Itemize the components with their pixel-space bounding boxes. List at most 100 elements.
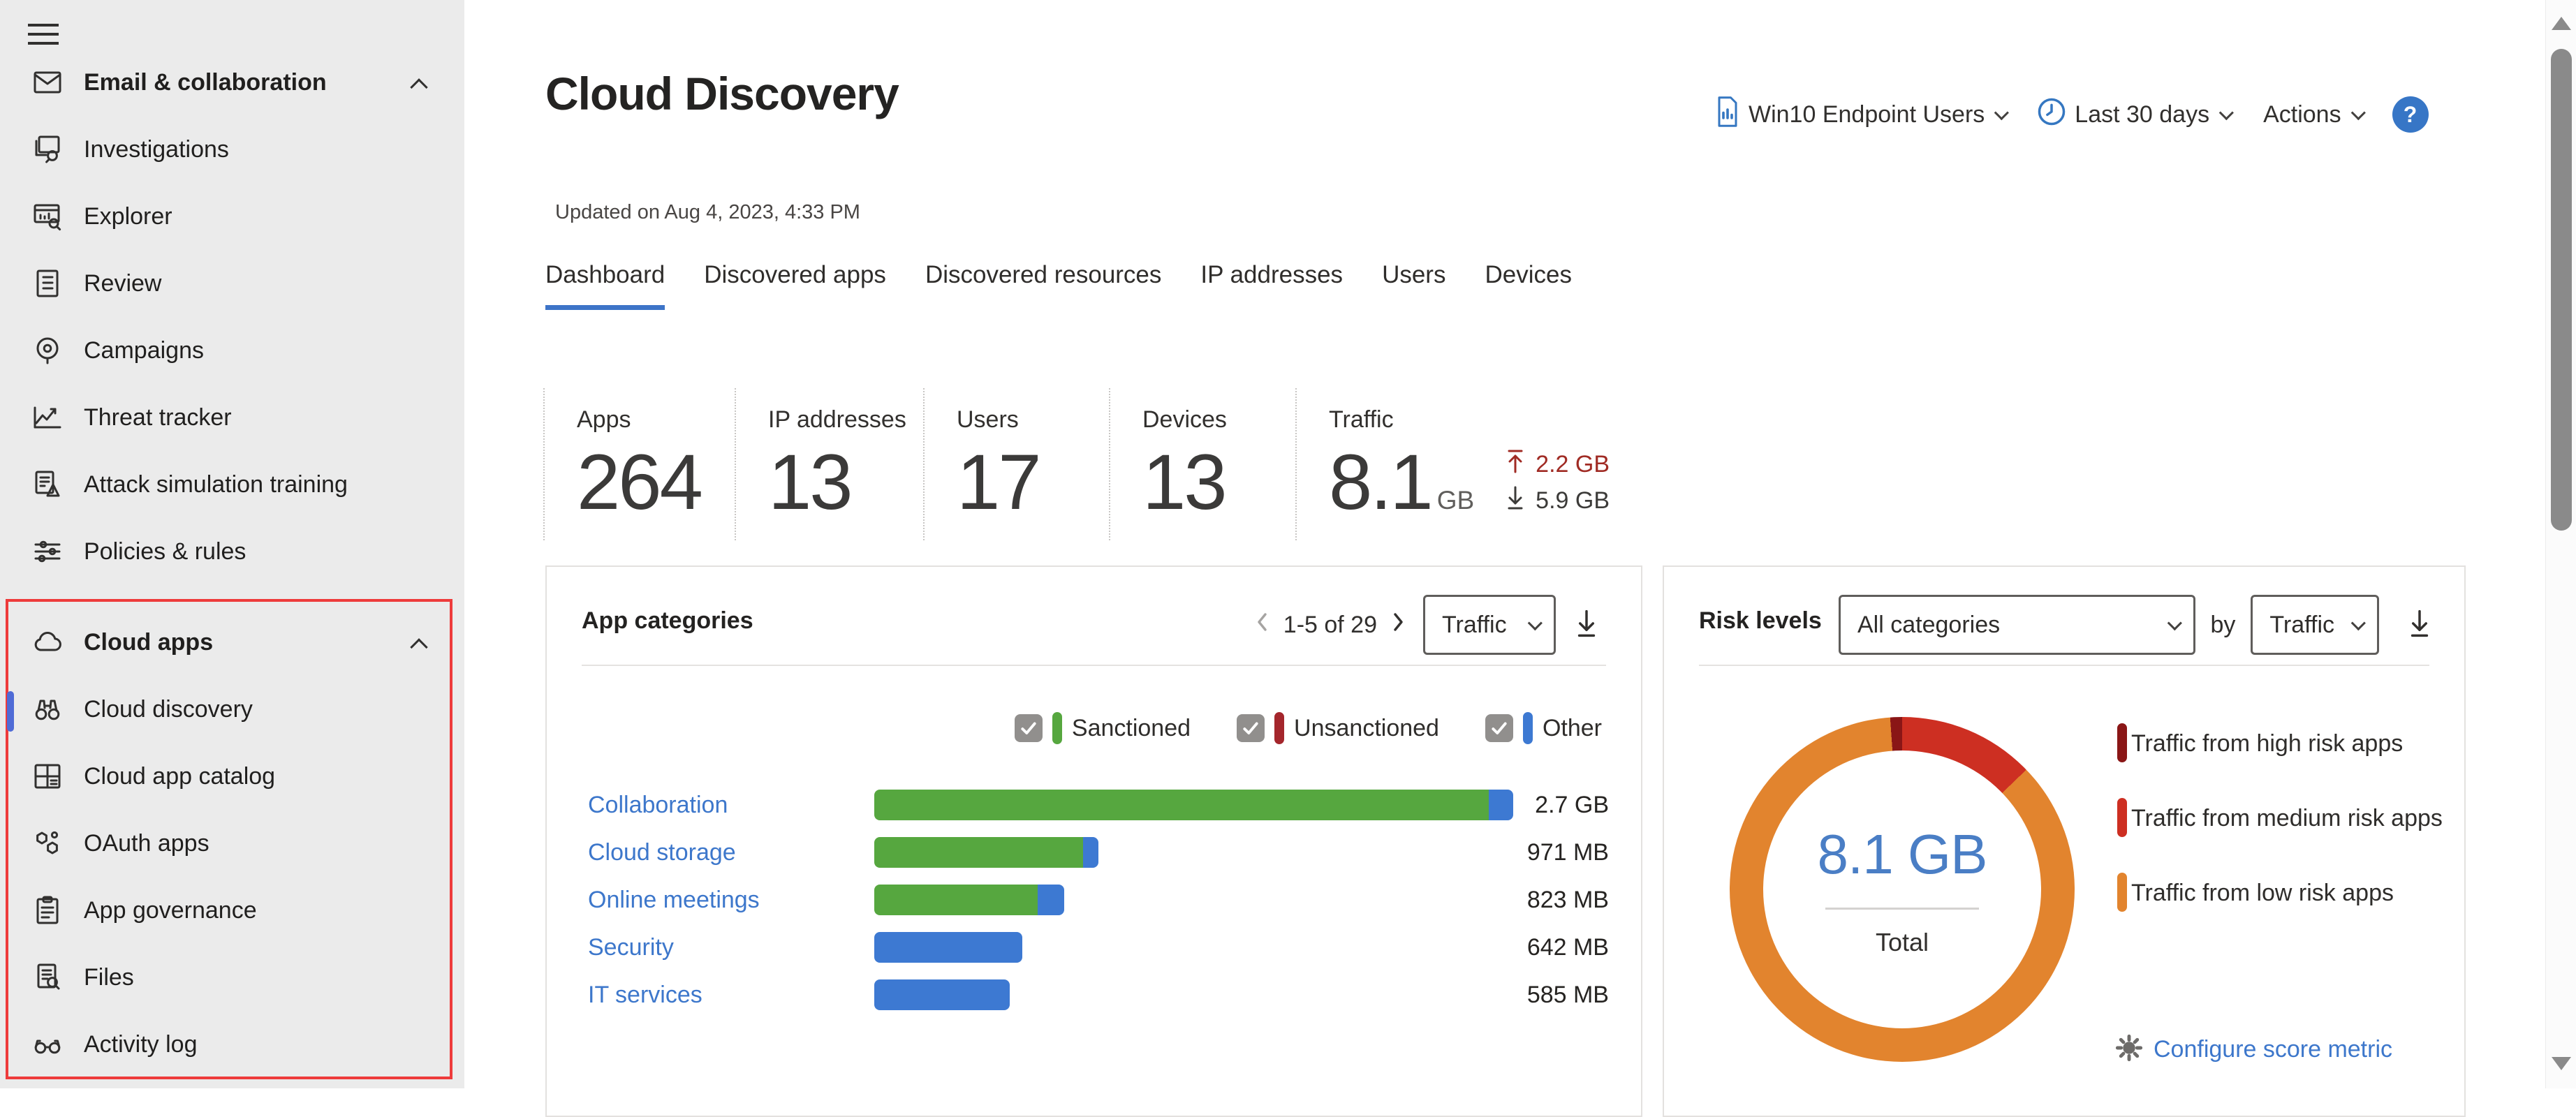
legend-sanctioned[interactable]: Sanctioned: [1015, 712, 1191, 744]
legend-other[interactable]: Other: [1485, 712, 1602, 744]
report-selector[interactable]: Win10 Endpoint Users: [1715, 96, 2005, 134]
download-chart-icon[interactable]: [2407, 608, 2432, 642]
stat-traffic: Traffic 8.1GB 2.2 GB 5.9 GB: [1295, 388, 1672, 540]
sort-by-dropdown[interactable]: Traffic: [1423, 595, 1556, 655]
stat-label: Traffic: [1329, 406, 1672, 434]
sidebar-item-investigations[interactable]: Investigations: [0, 116, 464, 183]
chevron-right-icon[interactable]: [1392, 612, 1405, 639]
panel-title: Risk levels: [1699, 607, 1822, 635]
sidebar-item-cloud-app-catalog[interactable]: Cloud app catalog: [0, 743, 464, 810]
selected-item-indicator: [7, 691, 14, 732]
checkbox-checked-icon: [1015, 714, 1043, 742]
time-range-selector[interactable]: Last 30 days: [2037, 97, 2230, 133]
category-link[interactable]: Online meetings: [588, 887, 874, 914]
tab-users[interactable]: Users: [1382, 261, 1445, 310]
metric-value: Traffic: [2269, 612, 2334, 639]
vertical-scrollbar: [2545, 0, 2576, 1088]
explorer-icon: [29, 198, 66, 235]
sidebar-item-activity-log[interactable]: Activity log: [0, 1011, 464, 1078]
tab-ip-addresses[interactable]: IP addresses: [1200, 261, 1343, 310]
category-link[interactable]: IT services: [588, 982, 874, 1009]
gear-icon: [2114, 1033, 2144, 1066]
stat-value: 8.1GB: [1329, 443, 1474, 521]
chevron-up-icon: [410, 78, 427, 96]
stat-value: 264: [577, 443, 735, 521]
sidebar-item-app-governance[interactable]: App governance: [0, 877, 464, 944]
sidebar-item-files[interactable]: Files: [0, 944, 464, 1011]
legend-label: Sanctioned: [1072, 715, 1191, 742]
sidebar-item-review[interactable]: Review: [0, 250, 464, 317]
upload-icon: [1505, 448, 1526, 481]
configure-link-label: Configure score metric: [2154, 1036, 2392, 1063]
sidebar-item-explorer[interactable]: Explorer: [0, 183, 464, 250]
donut-total-value: 8.1 GB: [1817, 822, 1987, 887]
by-label: by: [2211, 612, 2236, 639]
file-search-icon: [29, 959, 66, 996]
legend-medium-risk: Traffic from medium risk apps: [2117, 794, 2445, 843]
download-chart-icon[interactable]: [1574, 608, 1599, 642]
actions-label: Actions: [2263, 101, 2341, 128]
help-button[interactable]: ?: [2392, 96, 2429, 133]
campaigns-icon: [29, 332, 66, 369]
clipboard-icon: [29, 892, 66, 929]
category-link[interactable]: Cloud storage: [588, 839, 874, 866]
chart-legend: Sanctioned Unsanctioned Other: [1015, 712, 1602, 744]
uploaded-value: 2.2 GB: [1536, 451, 1610, 478]
cloud-icon: [29, 624, 66, 660]
investigations-icon: [29, 131, 66, 168]
catalog-icon: [29, 758, 66, 794]
tab-label: Discovered apps: [704, 261, 886, 288]
stat-devices: Devices 13: [1109, 388, 1295, 540]
scrollbar-thumb[interactable]: [2551, 49, 2572, 531]
category-bar-chart: Collaboration 2.7 GB Cloud storage 971 M…: [588, 781, 1609, 1019]
sidebar-item-campaigns[interactable]: Campaigns: [0, 317, 464, 384]
actions-menu[interactable]: Actions: [2263, 101, 2362, 128]
donut-center: 8.1 GB Total: [1763, 750, 2041, 1028]
tab-discovered-resources[interactable]: Discovered resources: [925, 261, 1161, 310]
page-title: Cloud Discovery: [545, 67, 899, 120]
sidebar-item-label: Threat tracker: [84, 404, 232, 431]
category-link[interactable]: Security: [588, 934, 874, 961]
legend-color-pill: [1523, 712, 1533, 744]
scroll-up-arrow-icon[interactable]: [2552, 17, 2571, 30]
hamburger-menu-icon[interactable]: [28, 24, 59, 45]
sidebar-item-oauth-apps[interactable]: OAuth apps: [0, 810, 464, 877]
sidebar-item-email-collaboration[interactable]: Email & collaboration: [0, 49, 464, 116]
download-icon: [1505, 484, 1526, 517]
stat-label: IP addresses: [768, 406, 923, 434]
sidebar-item-policies-rules[interactable]: Policies & rules: [0, 518, 464, 585]
downloaded-value: 5.9 GB: [1536, 487, 1610, 515]
risk-levels-panel: Risk levels All categories by Traffic 8.…: [1663, 565, 2466, 1117]
help-question-mark: ?: [2404, 102, 2417, 128]
category-bar: [874, 979, 1010, 1010]
time-range-label: Last 30 days: [2075, 101, 2209, 128]
legend-unsanctioned[interactable]: Unsanctioned: [1237, 712, 1439, 744]
legend-color-pill: [1274, 712, 1284, 744]
scroll-down-arrow-icon[interactable]: [2552, 1057, 2571, 1070]
sidebar-item-threat-tracker[interactable]: Threat tracker: [0, 384, 464, 451]
category-link[interactable]: Collaboration: [588, 792, 874, 819]
tab-discovered-apps[interactable]: Discovered apps: [704, 261, 886, 310]
sidebar-item-cloud-discovery[interactable]: Cloud discovery: [0, 676, 464, 743]
configure-score-metric[interactable]: Configure score metric: [2114, 1033, 2392, 1066]
metric-dropdown[interactable]: Traffic: [2251, 595, 2379, 655]
chevron-down-icon: [2167, 616, 2181, 630]
category-filter-dropdown[interactable]: All categories: [1839, 595, 2195, 655]
risk-donut: 8.1 GB Total: [1730, 717, 2075, 1062]
stat-apps: Apps 264: [543, 388, 735, 540]
divider: [582, 665, 1606, 666]
sidebar-item-attack-simulation-training[interactable]: Attack simulation training: [0, 451, 464, 518]
category-bar: [874, 885, 1064, 915]
category-row-online-meetings: Online meetings 823 MB: [588, 876, 1609, 924]
chevron-left-icon[interactable]: [1256, 612, 1268, 639]
checkbox-checked-icon: [1485, 714, 1513, 742]
chevron-down-icon: [2351, 616, 2366, 630]
tab-devices[interactable]: Devices: [1485, 261, 1571, 310]
tab-dashboard[interactable]: Dashboard: [545, 261, 665, 310]
sidebar-item-label: Policies & rules: [84, 538, 246, 565]
panel-title: App categories: [582, 607, 753, 635]
chevron-down-icon: [2219, 105, 2234, 120]
sidebar-item-cloud-apps[interactable]: Cloud apps: [0, 609, 464, 676]
header-toolbar: Win10 Endpoint Users Last 30 days Action…: [1715, 92, 2429, 137]
last-updated-text: Updated on Aug 4, 2023, 4:33 PM: [555, 201, 860, 224]
